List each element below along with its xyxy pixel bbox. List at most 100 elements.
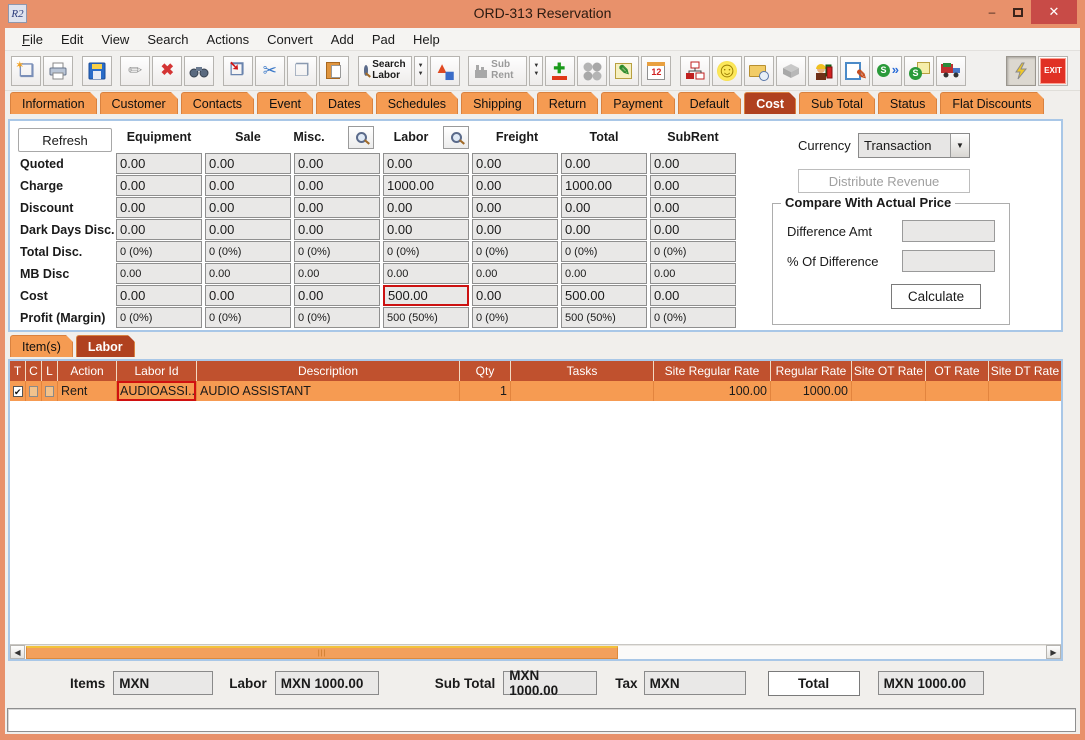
money-notes-button[interactable]: S bbox=[904, 56, 934, 86]
action-cell[interactable]: Rent bbox=[58, 381, 116, 401]
c-checkbox-cell[interactable] bbox=[26, 381, 41, 401]
print-button[interactable] bbox=[43, 56, 73, 86]
add-remove-button[interactable]: ✚ bbox=[545, 56, 575, 86]
cost-cell[interactable]: 0.00 bbox=[294, 175, 380, 196]
group-items-button[interactable] bbox=[577, 56, 607, 86]
cost-cell[interactable]: 0.00 bbox=[116, 175, 202, 196]
cost-cell[interactable]: 500.00 bbox=[561, 285, 647, 306]
minimize-button[interactable]: – bbox=[979, 1, 1005, 23]
menu-search[interactable]: Search bbox=[138, 30, 197, 49]
cost-cell[interactable]: 0.00 bbox=[472, 153, 558, 174]
cost-cell[interactable]: 0.00 bbox=[650, 285, 736, 306]
site-dt-rate-cell[interactable] bbox=[989, 381, 1061, 401]
menu-edit[interactable]: Edit bbox=[52, 30, 92, 49]
copy-button[interactable]: ❐ bbox=[287, 56, 317, 86]
menu-file[interactable]: File bbox=[13, 30, 52, 49]
cost-cell[interactable]: 0.00 bbox=[472, 197, 558, 218]
col-description[interactable]: Description bbox=[197, 361, 459, 381]
scroll-left-arrow-icon[interactable]: ◀ bbox=[10, 645, 25, 659]
cost-cell[interactable]: 0.00 bbox=[650, 219, 736, 240]
qty-cell[interactable]: 1 bbox=[460, 381, 510, 401]
scrollbar-track[interactable] bbox=[25, 645, 1046, 659]
c-checkbox[interactable] bbox=[29, 386, 38, 397]
calculate-button[interactable]: Calculate bbox=[891, 284, 981, 309]
tab-flat-discounts[interactable]: Flat Discounts bbox=[940, 92, 1043, 114]
quick-action-button[interactable] bbox=[1006, 56, 1036, 86]
col-site-regular-rate[interactable]: Site Regular Rate bbox=[654, 361, 770, 381]
cost-cell[interactable]: 0.00 bbox=[116, 197, 202, 218]
cost-cell[interactable]: 0 (0%) bbox=[205, 307, 291, 328]
l-checkbox-cell[interactable] bbox=[42, 381, 57, 401]
horizontal-scrollbar[interactable]: ◀ ▶ bbox=[10, 644, 1061, 659]
menu-actions[interactable]: Actions bbox=[198, 30, 259, 49]
save-button[interactable] bbox=[82, 56, 112, 86]
new-document-button[interactable]: ❏ ✶ bbox=[11, 56, 41, 86]
col-tasks[interactable]: Tasks bbox=[511, 361, 653, 381]
t-checkbox-cell[interactable] bbox=[10, 381, 25, 401]
cost-cell[interactable]: 0 (0%) bbox=[650, 307, 736, 328]
col-regular-rate[interactable]: Regular Rate bbox=[771, 361, 851, 381]
cost-cell[interactable]: 0.00 bbox=[294, 219, 380, 240]
cost-cell[interactable]: 0 (0%) bbox=[116, 241, 202, 262]
cost-cell[interactable]: 0.00 bbox=[205, 263, 291, 284]
cost-cell[interactable]: 0.00 bbox=[116, 219, 202, 240]
tab-event[interactable]: Event bbox=[257, 92, 313, 114]
cost-cell[interactable]: 0 (0%) bbox=[650, 241, 736, 262]
sub-rent-dropdown[interactable]: ▼▼ bbox=[529, 56, 543, 86]
calendar-button[interactable]: 12 bbox=[641, 56, 671, 86]
cost-cell[interactable]: 0.00 bbox=[383, 219, 469, 240]
convert-shapes-button[interactable]: ▲ ◼ bbox=[430, 56, 460, 86]
cost-cell[interactable]: 0.00 bbox=[205, 153, 291, 174]
t-checkbox[interactable] bbox=[13, 386, 23, 397]
cost-cell[interactable]: 0.00 bbox=[383, 197, 469, 218]
history-button[interactable] bbox=[744, 56, 774, 86]
menu-pad[interactable]: Pad bbox=[363, 30, 404, 49]
cost-cell[interactable]: 0.00 bbox=[294, 153, 380, 174]
labor-resource-button[interactable] bbox=[808, 56, 838, 86]
chevron-down-icon[interactable]: ▼ bbox=[950, 134, 969, 157]
edit-button[interactable]: ✏ bbox=[120, 56, 150, 86]
menu-help[interactable]: Help bbox=[404, 30, 449, 49]
currency-select[interactable]: Transaction ▼ bbox=[858, 133, 970, 158]
cost-cell[interactable]: 0 (0%) bbox=[116, 307, 202, 328]
cost-cell[interactable]: 0.00 bbox=[561, 153, 647, 174]
cut-button[interactable]: ✂ bbox=[255, 56, 285, 86]
scroll-right-arrow-icon[interactable]: ▶ bbox=[1046, 645, 1061, 659]
tab-contacts[interactable]: Contacts bbox=[181, 92, 254, 114]
cost-cell[interactable]: 0.00 bbox=[472, 285, 558, 306]
tab-sub-total[interactable]: Sub Total bbox=[799, 92, 875, 114]
site-regular-rate-cell[interactable]: 100.00 bbox=[654, 381, 770, 401]
cost-cell[interactable]: 1000.00 bbox=[561, 175, 647, 196]
table-row[interactable]: Rent AUDIOASSI... AUDIO ASSISTANT 1 100.… bbox=[10, 381, 1061, 401]
cost-cell[interactable]: 0.00 bbox=[383, 153, 469, 174]
cost-cell[interactable]: 0 (0%) bbox=[561, 241, 647, 262]
search-labor-button[interactable]: Search Labor bbox=[358, 56, 412, 86]
cost-cell[interactable]: 0.00 bbox=[116, 263, 202, 284]
shipping-button[interactable] bbox=[936, 56, 966, 86]
cost-cell[interactable]: 0.00 bbox=[294, 285, 380, 306]
cost-cell[interactable]: 1000.00 bbox=[383, 175, 469, 196]
cost-cell[interactable]: 0 (0%) bbox=[205, 241, 291, 262]
col-t[interactable]: T bbox=[10, 361, 25, 381]
col-site-ot-rate[interactable]: Site OT Rate bbox=[852, 361, 925, 381]
cost-cell[interactable]: 0.00 bbox=[383, 263, 469, 284]
cost-cell[interactable]: 0.00 bbox=[116, 285, 202, 306]
cost-cell-focused[interactable]: 500.00 bbox=[383, 285, 469, 306]
cost-cell[interactable]: 0 (0%) bbox=[472, 307, 558, 328]
tab-return[interactable]: Return bbox=[537, 92, 599, 114]
cost-cell[interactable]: 0 (0%) bbox=[294, 307, 380, 328]
cost-cell[interactable]: 0.00 bbox=[650, 197, 736, 218]
cost-cell[interactable]: 0.00 bbox=[561, 197, 647, 218]
cost-cell[interactable]: 0.00 bbox=[294, 263, 380, 284]
menu-add[interactable]: Add bbox=[322, 30, 363, 49]
cost-cell[interactable]: 0.00 bbox=[205, 219, 291, 240]
cost-cell[interactable]: 0.00 bbox=[472, 263, 558, 284]
cost-cell[interactable]: 500 (50%) bbox=[561, 307, 647, 328]
tab-default[interactable]: Default bbox=[678, 92, 742, 114]
delete-button[interactable]: ✖ bbox=[152, 56, 182, 86]
distribute-revenue-button[interactable]: Distribute Revenue bbox=[798, 169, 970, 193]
tab-shipping[interactable]: Shipping bbox=[461, 92, 534, 114]
cost-cell[interactable]: 0.00 bbox=[472, 175, 558, 196]
col-action[interactable]: Action bbox=[58, 361, 116, 381]
form-edit-button[interactable]: ✎ bbox=[840, 56, 870, 86]
